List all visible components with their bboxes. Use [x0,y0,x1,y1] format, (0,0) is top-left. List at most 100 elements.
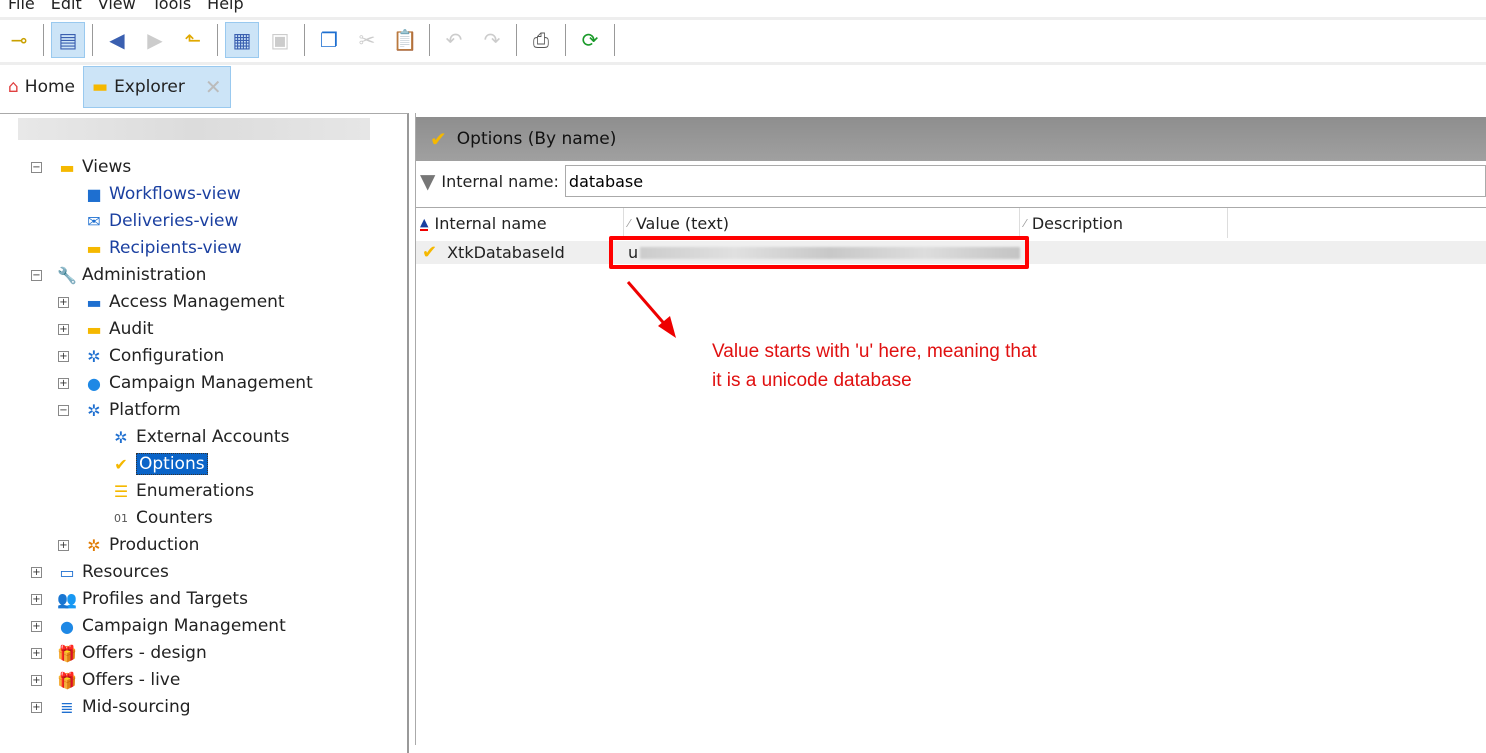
tree-node-icon: ✉ [87,211,101,231]
home-icon: ⌂ [8,77,19,97]
divider [429,24,430,56]
menu-view[interactable]: View [90,0,144,16]
tree-item[interactable]: ▭ Resources [55,560,168,584]
tree-item-label: Offers - live [82,670,181,690]
print-icon[interactable]: ⎙ [524,22,558,58]
undo-icon[interactable]: ↶ [437,22,471,58]
tree-node-icon: ▭ [59,562,75,582]
tab-bar: ⌂ Home ▬ Explorer ✕ [0,66,231,108]
tree-item[interactable]: ≣ Mid-sourcing [55,695,191,719]
expand-icon[interactable]: + [58,378,69,389]
tree-item[interactable]: ● Campaign Management [82,371,313,395]
expand-icon[interactable]: + [31,648,42,659]
collapse-icon[interactable]: − [58,405,69,416]
tree-item[interactable]: ▬ Views [55,155,131,179]
close-icon[interactable]: ✕ [205,75,222,99]
expand-icon[interactable]: + [31,594,42,605]
tree-node-icon: 01 [114,511,128,525]
tree-item-label: Mid-sourcing [82,697,191,717]
tree-node-icon: 🎁 [57,643,77,663]
paste-icon[interactable]: 📋 [388,22,422,58]
divider [614,24,615,56]
tree-node-icon: ≣ [60,697,74,717]
tree-item[interactable]: ● Campaign Management [55,614,286,638]
divider [304,24,305,56]
content-panel: ✔ Options (By name) ▼ Internal name: ▲ In… [415,113,1486,745]
detail-view-button[interactable]: ▦ [225,22,259,58]
tab-explorer[interactable]: ▬ Explorer ✕ [83,66,231,108]
tree-item-label: Campaign Management [82,616,286,636]
expand-icon[interactable]: + [58,351,69,362]
tree-node-icon: 🎁 [57,670,77,690]
menu-tools[interactable]: Tools [144,0,199,16]
folder-up-icon[interactable]: ⬑ [176,22,210,58]
expand-icon[interactable]: + [58,297,69,308]
filter-bar: ▼ Internal name: [416,165,1486,197]
collapse-icon[interactable]: − [31,162,42,173]
tree-node-icon: ▬ [86,238,102,258]
copy-icon[interactable]: ❐ [312,22,346,58]
tree-item[interactable]: ■ Workflows-view [82,182,240,206]
sort-icon: ⁄ [1024,216,1026,230]
toolbar: ⊸ ▤ ◀ ▶ ⬑ ▦ ▣ ❐ ✂ 📋 ↶ ↷ ⎙ ⟳ [0,20,618,60]
expand-icon[interactable]: + [31,567,42,578]
sort-asc-icon: ▲ [420,215,429,231]
tree-item[interactable]: 🎁 Offers - live [55,668,180,692]
navigation-tree: − ▬ Views ■ Workflows-view ✉ Deliveries-view ▬ R… [0,113,409,753]
tree-item-label: Counters [136,508,213,528]
internal-name-filter-input[interactable] [564,165,1486,197]
expand-icon[interactable]: + [31,702,42,713]
tree-item[interactable]: ✲ Platform [82,398,180,422]
expand-icon[interactable]: + [58,324,69,335]
tree-item[interactable]: ✲ External Accounts [109,425,289,449]
cut-icon[interactable]: ✂ [350,22,384,58]
expand-icon[interactable]: + [58,540,69,551]
tree-item-label: Profiles and Targets [82,589,248,609]
tree-item[interactable]: 🎁 Offers - design [55,641,207,665]
menu-help[interactable]: Help [199,0,251,16]
expand-icon[interactable]: + [31,675,42,686]
divider [92,24,93,56]
tree-item-label: Access Management [109,292,285,312]
menu-edit[interactable]: Edit [43,0,90,16]
column-header-internal-name[interactable]: ▲ Internal name [416,208,624,238]
tree-item-label: Offers - design [82,643,207,663]
tree-item[interactable]: ▬ Access Management [82,290,285,314]
menu-bar: File Edit View Tools Help [0,0,252,16]
forward-arrow-icon[interactable]: ▶ [138,22,172,58]
tree-item[interactable]: ✉ Deliveries-view [82,209,238,233]
tree-item[interactable]: ✲ Production [82,533,199,557]
tree-item[interactable]: ✲ Configuration [82,344,224,368]
tree-item[interactable]: 01 Counters [109,506,213,530]
annotation-line: it is a unicode database [712,370,912,391]
tree-node-icon: ✲ [87,400,101,420]
tab-home[interactable]: ⌂ Home [0,66,83,108]
column-label: Internal name [434,213,547,233]
root-node-redacted[interactable] [18,118,370,140]
expand-icon[interactable]: + [31,621,42,632]
tree-item[interactable]: 👥 Profiles and Targets [55,587,248,611]
tree-item-label: Deliveries-view [109,211,239,231]
collapse-icon[interactable]: − [31,270,42,281]
multi-window-icon[interactable]: ▣ [263,22,297,58]
explorer-view-button[interactable]: ▤ [51,22,85,58]
tree-item[interactable]: ▬ Recipients-view [82,236,241,260]
tree-item[interactable]: 🔧 Administration [55,263,206,287]
back-arrow-icon[interactable]: ◀ [100,22,134,58]
tree-node-icon: 🔧 [57,265,77,285]
redo-icon[interactable]: ↷ [475,22,509,58]
column-header-value[interactable]: ⁄ Value (text) [624,208,1020,238]
column-header-description[interactable]: ⁄ Description [1020,208,1228,238]
divider [43,24,44,56]
tree-item[interactable]: ☰ Enumerations [109,479,254,503]
tree-item-label: Enumerations [136,481,255,501]
tree-item[interactable]: ✔ Options [109,452,208,476]
annotation-arrow-icon [626,281,676,338]
refresh-icon[interactable]: ⟳ [573,22,607,58]
tree-item[interactable]: ▬ Audit [82,317,153,341]
options-icon: ✔ [430,127,447,151]
menu-file[interactable]: File [0,0,43,16]
filter-label: Internal name: [441,171,559,191]
panel-title: Options (By name) [456,129,617,149]
key-icon[interactable]: ⊸ [2,22,36,58]
